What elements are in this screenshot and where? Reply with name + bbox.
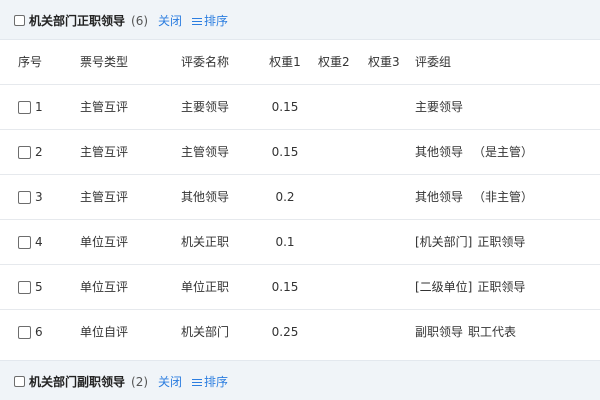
table-row: 3 主管互评 其他领导 0.2 其他领导 （非主管）	[0, 175, 600, 220]
row-ticket-type: 单位互评	[80, 280, 129, 294]
row-ticket-type: 单位互评	[80, 235, 129, 249]
col-header-judge-name: 评委名称	[181, 55, 230, 69]
row-judge-group-b: （非主管）	[473, 190, 534, 204]
col-header-judge-group: 评委组	[415, 55, 452, 69]
group-header-1: 机关部门正职领导 (6) 关闭 排序	[0, 0, 600, 40]
row-judge-group-a: [二级单位]	[415, 280, 473, 294]
table-row: 2 主管互评 主管领导 0.15 其他领导 （是主管）	[0, 130, 600, 175]
group1-select-checkbox[interactable]	[14, 15, 25, 26]
row-judge-group-a: [机关部门]	[415, 235, 473, 249]
row-judge-group: 主要领导	[415, 85, 473, 129]
row-checkbox[interactable]	[18, 190, 31, 204]
group1-close-link[interactable]: 关闭	[158, 12, 182, 29]
row-weight1: 0.15	[271, 100, 299, 114]
row-seq: 5	[18, 265, 43, 309]
row-judge-group: [机关部门] 正职领导	[415, 220, 525, 264]
row-judge-group: 其他领导 （非主管）	[415, 175, 533, 219]
row-seq: 3	[18, 175, 43, 219]
table-row: 1 主管互评 主要领导 0.15 主要领导	[0, 85, 600, 130]
group1-count: (6)	[131, 13, 149, 28]
row-weight1: 0.15	[271, 145, 299, 159]
row-judge-group: 副职领导 职工代表	[415, 310, 516, 354]
group2-sort-label: 排序	[204, 375, 229, 389]
row-ticket-type: 单位自评	[80, 325, 129, 339]
row-judge-group-b: （是主管）	[473, 145, 534, 159]
row-seq: 6	[18, 310, 43, 354]
row-weight1: 0.1	[275, 235, 295, 249]
group2-close-link[interactable]: 关闭	[158, 373, 182, 390]
table-row: 5 单位互评 单位正职 0.15 [二级单位] 正职领导	[0, 265, 600, 310]
row-weight1: 0.25	[271, 325, 299, 339]
row-ticket-type: 主管互评	[80, 100, 129, 114]
row-seq: 2	[18, 130, 43, 174]
table-header: 序号 票号类型 评委名称 权重1 权重2 权重3 评委组	[0, 40, 600, 85]
row-judge-name: 机关正职	[181, 235, 230, 249]
col-header-ticket-type: 票号类型	[80, 55, 129, 69]
row-weight1: 0.15	[271, 280, 299, 294]
col-header-weight3: 权重3	[368, 55, 400, 69]
table-row: 4 单位互评 机关正职 0.1 [机关部门] 正职领导	[0, 220, 600, 265]
sort-lines-icon	[192, 378, 203, 387]
group2-count: (2)	[131, 374, 149, 389]
row-seq-number: 4	[35, 235, 43, 249]
row-judge-name: 主管领导	[181, 145, 230, 159]
group2-sort-link[interactable]: 排序	[192, 373, 228, 390]
group2-title: 机关部门副职领导	[29, 375, 126, 389]
col-header-weight1: 权重1	[269, 55, 301, 69]
row-seq-number: 1	[35, 100, 43, 114]
row-judge-name: 单位正职	[181, 280, 230, 294]
row-checkbox[interactable]	[18, 235, 31, 249]
row-seq-number: 2	[35, 145, 43, 159]
row-judge-group-b: 正职领导	[477, 280, 526, 294]
row-judge-group-b: 正职领导	[477, 235, 526, 249]
row-judge-group-a: 其他领导	[415, 145, 464, 159]
row-judge-group-a: 副职领导	[415, 325, 464, 339]
group-header-2: 机关部门副职领导 (2) 关闭 排序	[0, 360, 600, 400]
row-checkbox[interactable]	[18, 325, 31, 339]
col-header-weight2: 权重2	[318, 55, 350, 69]
row-checkbox[interactable]	[18, 100, 31, 114]
row-seq-number: 6	[35, 325, 43, 339]
row-weight1: 0.2	[275, 190, 295, 204]
row-judge-group: [二级单位] 正职领导	[415, 265, 525, 309]
group1-sort-link[interactable]: 排序	[192, 12, 228, 29]
group1-sort-label: 排序	[204, 14, 229, 28]
group2-select-checkbox[interactable]	[14, 376, 25, 387]
row-ticket-type: 主管互评	[80, 190, 129, 204]
row-ticket-type: 主管互评	[80, 145, 129, 159]
row-judge-group-a: 主要领导	[415, 100, 464, 114]
row-seq: 4	[18, 220, 43, 264]
row-judge-group: 其他领导 （是主管）	[415, 130, 533, 174]
row-checkbox[interactable]	[18, 145, 31, 159]
row-judge-name: 其他领导	[181, 190, 230, 204]
row-judge-name: 机关部门	[181, 325, 230, 339]
row-judge-group-b: 职工代表	[468, 325, 517, 339]
row-judge-name: 主要领导	[181, 100, 230, 114]
row-checkbox[interactable]	[18, 280, 31, 294]
row-seq-number: 5	[35, 280, 43, 294]
col-header-seq: 序号	[18, 55, 43, 69]
row-seq: 1	[18, 85, 43, 129]
row-judge-group-a: 其他领导	[415, 190, 464, 204]
row-seq-number: 3	[35, 190, 43, 204]
table-row: 6 单位自评 机关部门 0.25 副职领导 职工代表	[0, 310, 600, 360]
sort-lines-icon	[192, 17, 203, 26]
group1-title: 机关部门正职领导	[29, 14, 126, 28]
